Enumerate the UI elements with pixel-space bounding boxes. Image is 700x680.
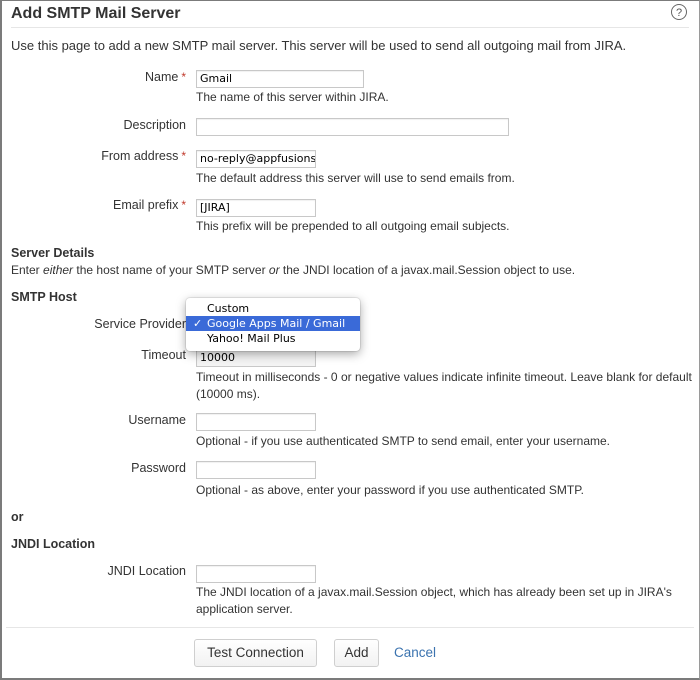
description-line: The JNDI location of a javax.mail.Sessio… (196, 585, 672, 599)
email-prefix-description: This prefix will be prepended to all out… (196, 219, 510, 233)
from-address-label: From address * (101, 149, 186, 163)
server-details-heading: Server Details (11, 246, 95, 260)
name-description: The name of this server within JIRA. (196, 90, 389, 104)
text-emphasis: either (43, 263, 74, 277)
text-part: Enter (11, 263, 44, 277)
timeout-label: Timeout (141, 348, 186, 362)
jndi-location-label: JNDI Location (107, 564, 186, 578)
checkmark-icon: ✓ (193, 317, 203, 330)
page-title: Add SMTP Mail Server (11, 5, 181, 22)
description-line: Timeout in milliseconds - 0 or negative … (196, 370, 692, 384)
description-input[interactable] (196, 118, 509, 136)
username-description: Optional - if you use authenticated SMTP… (196, 434, 610, 448)
service-provider-label: Service Provider (94, 317, 186, 331)
footer-divider (6, 627, 694, 628)
server-details-text: Enter either the host name of your SMTP … (11, 263, 575, 277)
name-label-text: Name (144, 70, 179, 84)
jndi-heading: JNDI Location (11, 537, 96, 551)
password-label: Password (131, 461, 186, 475)
test-connection-button[interactable]: Test Connection (194, 639, 317, 667)
service-provider-dropdown[interactable]: Custom ✓ Google Apps Mail / Gmail Yahoo! … (186, 298, 360, 351)
dropdown-option-yahoo[interactable]: Yahoo! Mail Plus (186, 331, 360, 346)
required-marker: * (181, 198, 186, 212)
name-label: Name * (145, 70, 186, 84)
required-marker: * (181, 70, 186, 84)
username-input[interactable] (196, 413, 316, 431)
text-emphasis: or (268, 263, 280, 277)
jndi-location-input[interactable] (196, 565, 316, 583)
email-prefix-input[interactable]: [JIRA] (196, 199, 316, 217)
option-label: Google Apps Mail / Gmail (207, 317, 346, 330)
required-marker: * (181, 149, 186, 163)
cancel-link[interactable]: Cancel (394, 645, 436, 660)
text-part: the JNDI location of a javax.mail.Sessio… (279, 263, 576, 277)
description-label: Description (123, 118, 186, 132)
timeout-input[interactable]: 10000 (196, 349, 316, 367)
from-address-input[interactable]: no-reply@appfusions. (196, 150, 316, 168)
name-input[interactable]: Gmail (196, 70, 364, 88)
text-part: the host name of your SMTP server (73, 263, 269, 277)
intro-text: Use this page to add a new SMTP mail ser… (11, 38, 627, 53)
dropdown-option-gmail[interactable]: ✓ Google Apps Mail / Gmail (186, 316, 360, 331)
description-line: application server. (196, 602, 293, 616)
password-description: Optional - as above, enter your password… (196, 483, 584, 497)
from-address-label-text: From address (101, 149, 179, 163)
email-prefix-label-text: Email prefix (113, 198, 179, 212)
help-icon[interactable]: ? (671, 4, 687, 20)
password-input[interactable] (196, 461, 316, 479)
timeout-description: Timeout in milliseconds - 0 or negative … (196, 369, 692, 403)
smtp-host-heading: SMTP Host (11, 290, 77, 304)
add-button[interactable]: Add (334, 639, 379, 667)
jndi-description: The JNDI location of a javax.mail.Sessio… (196, 584, 672, 618)
from-address-description: The default address this server will use… (196, 171, 515, 185)
description-line: (10000 ms). (196, 387, 261, 401)
dropdown-option-custom[interactable]: Custom (186, 301, 360, 316)
username-label: Username (128, 413, 186, 427)
title-divider (11, 27, 689, 28)
or-separator: or (11, 510, 24, 524)
email-prefix-label: Email prefix * (113, 198, 186, 212)
